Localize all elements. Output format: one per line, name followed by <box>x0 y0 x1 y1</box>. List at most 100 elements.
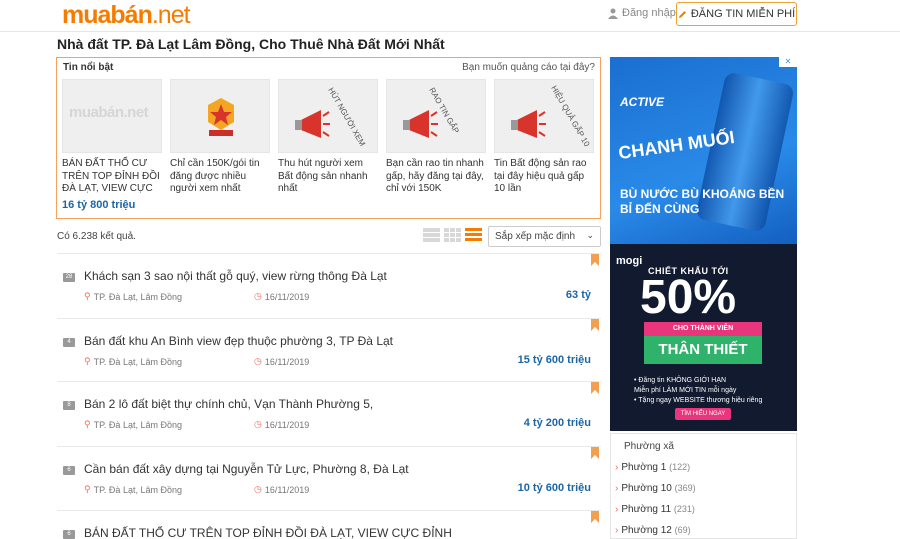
listing-price: 15 tỷ 600 triệu <box>517 354 591 366</box>
listing-location: ⚲ TP. Đà Lạt, Lâm Đồng <box>84 484 182 495</box>
sort-select[interactable]: Sắp xếp mặc định ⌄ <box>488 226 601 247</box>
listing-location: ⚲ TP. Đà Lạt, Lâm Đồng <box>84 419 182 430</box>
location-pin-icon: ⚲ <box>84 291 91 301</box>
ad-banner-mogi[interactable]: mogi CHIẾT KHẤU TỚI 50% CHO THÀNH VIÊN T… <box>610 244 797 431</box>
card-thumbnail[interactable]: RAO TIN GẤP <box>386 79 486 153</box>
listing-location: ⚲ TP. Đà Lạt, Lâm Đồng <box>84 356 182 367</box>
listing-location: ⚲ TP. Đà Lạt, Lâm Đồng <box>84 291 182 302</box>
listing-item[interactable]: 6 Cần bán đất xây dựng tại Nguyễn Tử Lực… <box>57 446 601 506</box>
location-text: TP. Đà Lạt, Lâm Đồng <box>93 356 182 367</box>
ad-cta-button[interactable]: TÌM HIỂU NGAY <box>675 408 731 420</box>
top-header: muabán.net Đăng nhập ĐĂNG TIN MIỄN PHÍ <box>0 0 900 32</box>
bookmark-icon[interactable] <box>591 254 599 266</box>
ward-count: (369) <box>674 483 696 493</box>
page-title: Nhà đất TP. Đà Lạt Lâm Đồng, Cho Thuê Nh… <box>57 36 445 52</box>
card-text[interactable]: BÁN ĐẤT THỔ CƯ TRÊN TOP ĐỈNH ĐỒI ĐÀ LẠT,… <box>62 158 164 196</box>
listing-title[interactable]: Khách sạn 3 sao nội thất gỗ quý, view rừ… <box>84 269 387 283</box>
photo-count-badge: 6 <box>63 466 75 475</box>
listing-item[interactable]: 4 Bán đất khu An Bình view đẹp thuộc phư… <box>57 318 601 378</box>
login-label: Đăng nhập <box>622 7 676 19</box>
ad-banner-active-drink[interactable]: ✕ ACTIVE CHANH MUỐI BÙ NƯỚC BÙ KHOÁNG BỀ… <box>610 57 797 244</box>
ad-brand: mogi <box>616 255 643 267</box>
ward-name: Phường 1 <box>621 462 667 473</box>
featured-card[interactable]: Chỉ cần 150K/gói tin đăng được nhiều ngư… <box>170 79 272 196</box>
location-text: TP. Đà Lạt, Lâm Đồng <box>93 484 182 495</box>
bookmark-icon[interactable] <box>591 382 599 394</box>
location-pin-icon: ⚲ <box>84 484 91 494</box>
card-thumbnail[interactable]: HÚT NGƯỜI XEM <box>278 79 378 153</box>
bookmark-icon[interactable] <box>591 319 599 331</box>
grid-small-view-icon[interactable] <box>444 228 461 242</box>
card-text[interactable]: Chỉ cần 150K/gói tin đăng được nhiều ngư… <box>170 158 272 196</box>
ward-filter-box: Phường xã › Phường 1 (122) › Phường 10 (36… <box>610 433 797 539</box>
listing-item[interactable]: 8 Bán 2 lô đất biệt thự chính chủ, Vạn T… <box>57 381 601 441</box>
ward-item[interactable]: › Phường 10 (369) <box>615 483 696 494</box>
pencil-icon <box>678 10 686 18</box>
ad-percent: 50% <box>640 271 737 324</box>
location-pin-icon: ⚲ <box>84 419 91 429</box>
listing-title[interactable]: Bán đất khu An Bình view đẹp thuộc phườn… <box>84 334 393 348</box>
ad-line2: CHO THÀNH VIÊN <box>644 322 762 336</box>
ad-close-icon[interactable]: ✕ <box>779 57 797 67</box>
featured-card[interactable]: muabán.net BÁN ĐẤT THỔ CƯ TRÊN TOP ĐỈNH … <box>62 79 164 211</box>
grid-large-view-icon[interactable] <box>423 228 440 242</box>
post-listing-button[interactable]: ĐĂNG TIN MIỄN PHÍ <box>676 2 797 26</box>
login-link[interactable]: Đăng nhập <box>608 7 676 19</box>
ward-count: (122) <box>669 462 691 472</box>
advertise-link[interactable]: Bạn muốn quảng cáo tại đây? <box>462 62 595 73</box>
ward-heading: Phường xã <box>624 441 674 452</box>
location-text: TP. Đà Lạt, Lâm Đồng <box>93 419 182 430</box>
clock-icon: ◷ <box>254 356 262 366</box>
card-thumbnail[interactable]: HIỆU QUẢ GẤP 10 <box>494 79 594 153</box>
card-text[interactable]: Tin Bất động sản rao tại đây hiệu quả gấ… <box>494 158 596 196</box>
results-count: Có 6.238 kết quả. <box>57 231 136 242</box>
listing-item[interactable]: 28 Khách sạn 3 sao nội thất gỗ quý, view… <box>57 253 601 313</box>
ward-name: Phường 10 <box>621 483 672 494</box>
featured-card[interactable]: HIỆU QUẢ GẤP 10 Tin Bất động sản rao tại… <box>494 79 596 196</box>
card-price: 16 tỷ 800 triệu <box>62 198 136 211</box>
featured-card[interactable]: HÚT NGƯỜI XEM Thu hút người xem Bất động… <box>278 79 380 196</box>
ward-count: (69) <box>674 525 691 535</box>
list-view-icon[interactable] <box>465 228 482 242</box>
listing-title[interactable]: BÁN ĐẤT THỔ CƯ TRÊN TOP ĐỈNH ĐỒI ĐÀ LẠT,… <box>84 526 452 539</box>
date-text: 16/11/2019 <box>264 356 310 367</box>
clock-icon: ◷ <box>254 484 262 494</box>
user-icon <box>608 8 618 19</box>
listing-title[interactable]: Cần bán đất xây dựng tại Nguyễn Tử Lực, … <box>84 462 409 476</box>
bookmark-icon[interactable] <box>591 447 599 459</box>
view-mode-switcher <box>423 228 482 242</box>
photo-count-badge: 6 <box>63 530 75 539</box>
card-thumbnail[interactable] <box>170 79 270 153</box>
card-text[interactable]: Bạn cần rao tin nhanh gấp, hãy đăng tại … <box>386 158 488 196</box>
clock-icon: ◷ <box>254 291 262 301</box>
location-pin-icon: ⚲ <box>84 356 91 366</box>
ad-brand: ACTIVE <box>620 95 665 109</box>
photo-count-badge: 28 <box>63 273 75 282</box>
listing-date: ◷ 16/11/2019 <box>254 419 309 430</box>
listing-price: 63 tỷ <box>565 289 591 301</box>
listing-item[interactable]: 6 BÁN ĐẤT THỔ CƯ TRÊN TOP ĐỈNH ĐỒI ĐÀ LẠ… <box>57 510 601 539</box>
featured-heading: Tin nổi bật <box>63 62 114 73</box>
ad-slogan: BÙ NƯỚC BÙ KHOÁNG BỀN BỈ ĐẾN CÙNG <box>620 187 785 216</box>
ward-item[interactable]: › Phường 1 (122) <box>615 462 690 473</box>
listing-date: ◷ 16/11/2019 <box>254 291 309 302</box>
bookmark-icon[interactable] <box>591 511 599 523</box>
card-text[interactable]: Thu hút người xem Bất động sản nhanh nhấ… <box>278 158 380 196</box>
chevron-right-icon: › <box>615 462 619 473</box>
date-text: 16/11/2019 <box>264 484 310 495</box>
card-thumbnail[interactable]: muabán.net <box>62 79 162 153</box>
listing-price: 4 tỷ 200 triệu <box>523 417 591 429</box>
clock-icon: ◷ <box>254 419 262 429</box>
site-logo[interactable]: muabán.net <box>62 1 191 30</box>
featured-card[interactable]: RAO TIN GẤP Bạn cần rao tin nhanh gấp, h… <box>386 79 488 196</box>
ad-bullet: Miễn phí LÀM MỚI TIN mỗi ngày <box>634 387 737 394</box>
logo-tld-text: .net <box>151 1 191 29</box>
listing-date: ◷ 16/11/2019 <box>254 484 309 495</box>
star-badge-icon <box>208 98 234 136</box>
listing-title[interactable]: Bán 2 lô đất biệt thự chính chủ, Vạn Thà… <box>84 397 373 411</box>
ward-item[interactable]: › Phường 12 (69) <box>615 525 691 536</box>
listing-date: ◷ 16/11/2019 <box>254 356 309 367</box>
ward-item[interactable]: › Phường 11 (231) <box>615 504 695 515</box>
photo-count-badge: 4 <box>63 338 75 347</box>
chevron-right-icon: › <box>615 483 619 494</box>
